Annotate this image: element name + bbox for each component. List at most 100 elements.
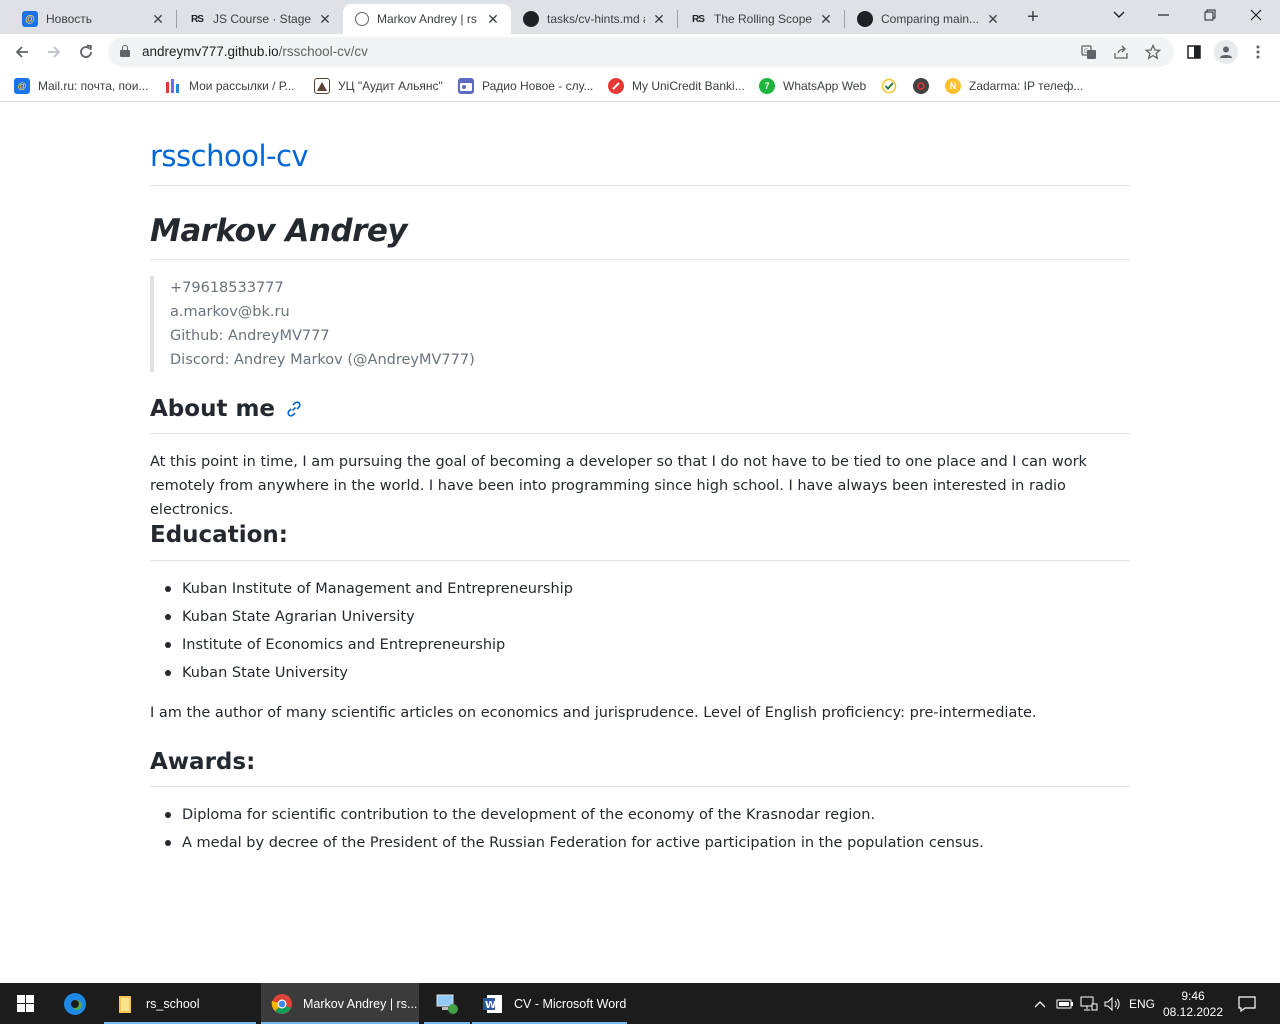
bookmark-label: My UniCredit Banki...: [632, 79, 745, 93]
github-icon: [523, 11, 539, 27]
education-divider: [150, 560, 1130, 561]
svg-text:W: W: [485, 1000, 496, 1011]
close-icon[interactable]: ✕: [485, 11, 501, 27]
tab-title: The Rolling Scopes: [714, 12, 812, 26]
side-panel-button[interactable]: [1182, 40, 1206, 64]
close-window-button[interactable]: [1233, 0, 1279, 30]
reload-button[interactable]: [72, 38, 100, 66]
edge-icon: [64, 992, 86, 1015]
tab-cv-hints[interactable]: tasks/cv-hints.md a ✕: [511, 4, 677, 34]
restore-icon: [1204, 9, 1216, 21]
close-icon[interactable]: ✕: [818, 11, 834, 27]
bookmark-label: WhatsApp Web: [783, 79, 867, 93]
browser-toolbar: andreymv777.github.io/rsschool-cv/cv G: [0, 34, 1280, 70]
tab-markov-andrey[interactable]: Markov Andrey | rs ✕: [343, 4, 511, 34]
bookmark-audit-alliance[interactable]: УЦ "Аудит Альянс": [314, 76, 443, 96]
back-button[interactable]: [8, 38, 36, 66]
address-bar[interactable]: andreymv777.github.io/rsschool-cv/cv G: [108, 37, 1174, 67]
list-item: Diploma for scientific contribution to t…: [150, 801, 1130, 829]
radio-icon: [458, 78, 474, 94]
bookmark-star-icon[interactable]: [1144, 43, 1162, 61]
windows-taskbar: rs_school Markov Andrey | rs... W CV - M…: [0, 983, 1280, 1024]
bar-chart-icon: [165, 78, 181, 94]
close-icon[interactable]: ✕: [150, 11, 166, 27]
mail-icon: @: [22, 11, 38, 27]
bookmark-unicredit[interactable]: My UniCredit Banki...: [608, 76, 745, 96]
page-content: rsschool-cv Markov Andrey +79618533777 a…: [0, 103, 1280, 983]
close-icon[interactable]: ✕: [651, 11, 667, 27]
tray-volume[interactable]: [1102, 983, 1124, 1024]
list-item: Kuban Institute of Management and Entrep…: [150, 575, 1130, 603]
url-host: andreymv777.github.io: [142, 44, 279, 59]
taskbar-network-tool[interactable]: [424, 983, 470, 1024]
svg-text:G: G: [1084, 48, 1089, 55]
new-tab-button[interactable]: +: [1022, 7, 1044, 29]
rs-icon: RS: [191, 13, 204, 25]
word-icon: W: [483, 994, 502, 1013]
tray-network[interactable]: [1078, 983, 1100, 1024]
folder-icon: [119, 995, 131, 1013]
awards-heading: Awards:: [150, 749, 255, 775]
kebab-menu-icon: [1256, 45, 1260, 59]
tray-battery[interactable]: [1054, 983, 1076, 1024]
bookmark-label: УЦ "Аудит Альянс": [338, 79, 443, 93]
chevron-up-icon: [1034, 1000, 1046, 1007]
bookmark-dark-site[interactable]: [913, 76, 937, 96]
link-anchor-icon[interactable]: [285, 400, 303, 418]
url-text[interactable]: andreymv777.github.io/rsschool-cv/cv: [142, 44, 368, 59]
action-center-button[interactable]: [1232, 983, 1262, 1024]
tray-clock[interactable]: 9:46 08.12.2022: [1162, 983, 1224, 1024]
bookmark-whatsapp[interactable]: 7 WhatsApp Web: [759, 76, 866, 96]
bookmark-mailru[interactable]: @ Mail.ru: почта, пои...: [14, 76, 148, 96]
tab-rolling-scopes[interactable]: RS The Rolling Scopes ✕: [678, 4, 844, 34]
contacts-blockquote: +79618533777 a.markov@bk.ru Github: Andr…: [150, 276, 550, 372]
bookmark-radio-novoe[interactable]: Радио Новое - слу...: [458, 76, 593, 96]
taskbar-word[interactable]: W CV - Microsoft Word: [472, 983, 627, 1024]
battery-icon: [1056, 999, 1073, 1008]
contact-phone: +79618533777: [170, 280, 284, 296]
minimize-button[interactable]: [1141, 0, 1187, 30]
site-title-link[interactable]: rsschool-cv: [150, 139, 309, 173]
show-hidden-icons-button[interactable]: [1030, 983, 1050, 1024]
awards-divider: [150, 786, 1130, 787]
about-divider: [150, 433, 1130, 434]
arrow-left-icon: [15, 46, 28, 58]
bookmark-label: Mail.ru: почта, пои...: [38, 79, 149, 93]
bookmarks-bar: @ Mail.ru: почта, пои... Мои рассылки / …: [0, 70, 1280, 102]
menu-button[interactable]: [1246, 40, 1270, 64]
taskbar-rs-school[interactable]: rs_school: [104, 983, 256, 1024]
lock-icon[interactable]: [120, 45, 130, 57]
tab-strip: @ Новость ✕ RS JS Course · Stage 0 · ✕ M…: [0, 0, 1280, 34]
globe-icon: [355, 12, 369, 26]
taskbar-chrome[interactable]: Markov Andrey | rs...: [261, 983, 419, 1024]
arrow-right-icon: [48, 46, 61, 58]
close-icon[interactable]: ✕: [317, 11, 333, 27]
education-heading: Education:: [150, 522, 288, 548]
minimize-icon: [1158, 14, 1169, 16]
input-language[interactable]: ENG: [1126, 983, 1158, 1024]
restore-button[interactable]: [1187, 0, 1233, 30]
bookmark-mailings[interactable]: Мои рассылки / Р...: [165, 76, 295, 96]
whatsapp-icon: 7: [759, 78, 775, 94]
translate-icon[interactable]: G: [1080, 43, 1098, 61]
bookmark-checkmark[interactable]: [881, 76, 905, 96]
share-icon[interactable]: [1112, 43, 1130, 61]
windows-logo-icon: [16, 995, 34, 1012]
bookmark-zadarma[interactable]: N Zadarma: IP телеф...: [945, 76, 1083, 96]
tab-search-button[interactable]: [1096, 0, 1142, 30]
close-icon[interactable]: ✕: [985, 11, 1001, 27]
network-computer-icon: [436, 994, 458, 1014]
about-heading-text: About me: [150, 396, 276, 422]
tab-novost[interactable]: @ Новость ✕: [10, 4, 176, 34]
forward-button[interactable]: [40, 38, 68, 66]
bookmark-label: Мои рассылки / Р...: [189, 79, 295, 93]
profile-button[interactable]: [1214, 40, 1238, 64]
tab-comparing-main[interactable]: Comparing main... ✕: [845, 4, 1011, 34]
tab-js-course[interactable]: RS JS Course · Stage 0 · ✕: [177, 4, 343, 34]
taskbar-label: CV - Microsoft Word: [514, 996, 627, 1011]
start-button[interactable]: [0, 983, 50, 1024]
contact-email: a.markov@bk.ru: [170, 304, 290, 320]
taskbar-edge[interactable]: [52, 983, 98, 1024]
taskbar-label: Markov Andrey | rs...: [303, 996, 418, 1011]
reload-icon: [80, 44, 93, 58]
